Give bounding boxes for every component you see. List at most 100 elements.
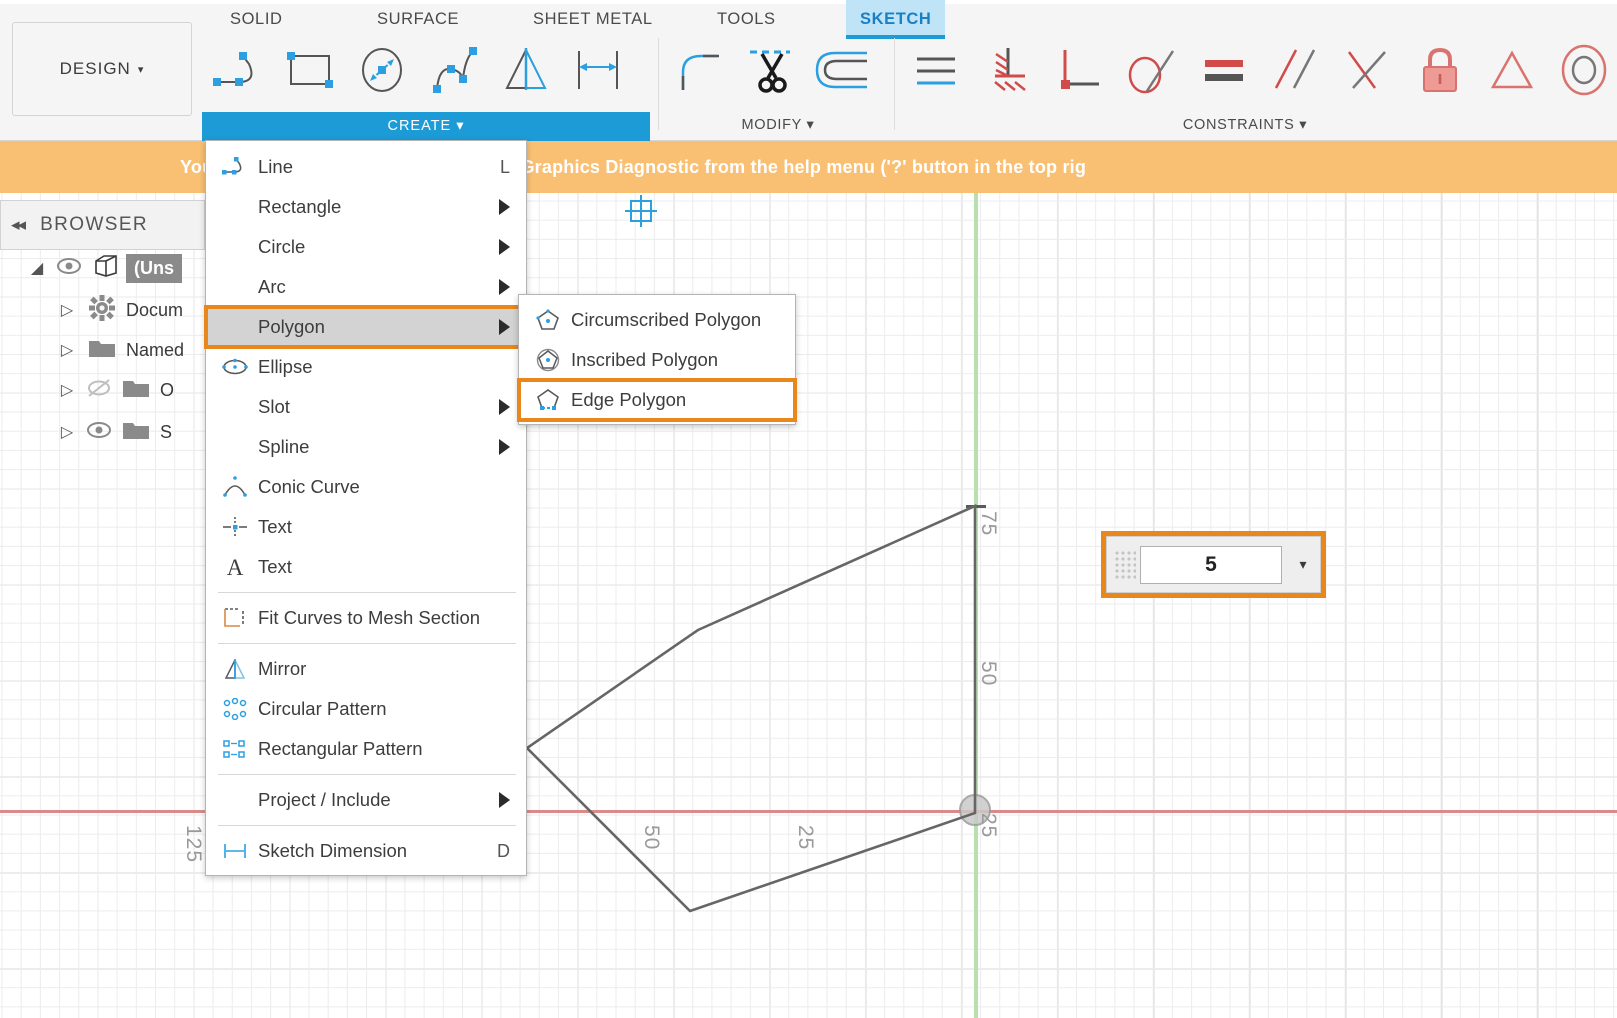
perpendicular-constraint-icon[interactable] <box>1044 34 1116 106</box>
expand-arrow-icon[interactable]: ◢ <box>22 258 52 278</box>
menu-item-ellipse[interactable]: Ellipse <box>206 347 526 387</box>
spline-tool-icon[interactable] <box>418 34 490 106</box>
expand-arrow-icon[interactable]: ▷ <box>52 340 82 360</box>
chevron-down-icon[interactable]: ▾ <box>1286 556 1320 573</box>
menu-item-rectangle[interactable]: Rectangle <box>206 187 526 227</box>
menu-divider <box>218 643 516 644</box>
menu-item-label: Text <box>258 556 292 577</box>
design-workspace-button[interactable]: DESIGN ▾ <box>12 22 192 116</box>
browser-row-label: Named <box>126 339 185 360</box>
menu-item-circular-pattern[interactable]: Circular Pattern <box>206 689 526 729</box>
sketch-dimension-icon <box>218 841 252 861</box>
tab-solid[interactable]: SOLID <box>216 6 297 35</box>
menu-item-mirror[interactable]: Mirror <box>206 649 526 689</box>
menu-item-label: Circular Pattern <box>258 698 387 719</box>
visibility-eye-icon[interactable] <box>82 421 116 444</box>
circle-tool-icon[interactable] <box>346 34 418 106</box>
menu-item-label: Circle <box>258 236 306 257</box>
line-tool-icon[interactable] <box>202 34 274 106</box>
browser-row-named-views[interactable]: ▷ Named <box>52 330 222 370</box>
panel-label-modify[interactable]: MODIFY ▾ <box>664 117 892 133</box>
menu-item-sketch-dimension[interactable]: Sketch Dimension D <box>206 831 526 871</box>
polygon-sides-control[interactable]: 5 ▾ <box>1106 536 1321 593</box>
panel-divider <box>658 38 659 130</box>
origin-plane-marker <box>625 195 657 227</box>
menu-item-arc[interactable]: Arc <box>206 267 526 307</box>
menu-item-label: Polygon <box>258 316 325 337</box>
menu-item-circle[interactable]: Circle <box>206 227 526 267</box>
submenu-arrow-icon <box>499 239 510 255</box>
menu-item-line[interactable]: Line L <box>206 147 526 187</box>
offset-tool-icon[interactable] <box>808 34 880 106</box>
menu-item-label: Mirror <box>258 658 307 679</box>
chevron-down-icon: ▾ <box>1299 117 1308 133</box>
menu-item-label: Conic Curve <box>258 476 360 497</box>
tab-tools[interactable]: TOOLS <box>703 6 790 35</box>
browser-row-document-root[interactable]: ◢ (Uns <box>22 248 212 288</box>
x-axis-label-25: 25 <box>794 825 817 851</box>
visibility-hidden-eye-icon[interactable] <box>82 378 116 403</box>
menu-item-point[interactable]: Text <box>206 507 526 547</box>
mirror-tool-icon[interactable] <box>490 34 562 106</box>
browser-row-document-settings[interactable]: ▷ Docum <box>52 290 222 330</box>
tangent-constraint-icon[interactable] <box>1116 34 1188 106</box>
chevron-down-icon: ▾ <box>806 117 815 133</box>
menu-item-conic-curve[interactable]: Conic Curve <box>206 467 526 507</box>
menu-item-text[interactable]: A Text <box>206 547 526 587</box>
ribbon-tab-bar: SOLID SURFACE SHEET METAL TOOLS SKETCH <box>0 0 1617 39</box>
menu-item-label: Circumscribed Polygon <box>571 309 762 330</box>
browser-row-label: Docum <box>126 299 184 320</box>
create-dropdown-menu[interactable]: Line L Rectangle Circle Arc Polygon Elli… <box>204 140 528 876</box>
menu-item-inscribed-polygon[interactable]: Inscribed Polygon <box>519 340 795 380</box>
visibility-eye-icon[interactable] <box>52 257 86 280</box>
tab-surface[interactable]: SURFACE <box>363 6 473 35</box>
menu-item-slot[interactable]: Slot <box>206 387 526 427</box>
coincident-constraint-icon[interactable] <box>972 34 1044 106</box>
menu-item-spline[interactable]: Spline <box>206 427 526 467</box>
sketch-dimension-tool-icon[interactable] <box>562 34 634 106</box>
x-axis-label-125: 125 <box>182 825 205 864</box>
expand-arrow-icon[interactable]: ▷ <box>52 380 82 400</box>
polygon-sides-input[interactable]: 5 <box>1140 545 1282 584</box>
menu-item-fit-curves-to-mesh-section[interactable]: Fit Curves to Mesh Section <box>206 598 526 638</box>
menu-item-edge-polygon[interactable]: Edge Polygon <box>517 378 797 422</box>
expand-arrow-icon[interactable]: ▷ <box>52 422 82 442</box>
polygon-submenu[interactable]: Circumscribed Polygon Inscribed Polygon … <box>517 294 797 425</box>
browser-row-sketches[interactable]: ▷ S <box>52 412 222 452</box>
parallel-constraint-icon[interactable] <box>1260 34 1332 106</box>
menu-item-rectangular-pattern[interactable]: Rectangular Pattern <box>206 729 526 769</box>
polygon-sides-highlight-box: 5 ▾ <box>1101 531 1326 598</box>
trim-scissors-icon[interactable] <box>736 34 808 106</box>
fix-lock-constraint-icon[interactable] <box>1404 34 1476 106</box>
panel-label-constraints[interactable]: CONSTRAINTS ▾ <box>900 117 1590 133</box>
tab-sheet-metal[interactable]: SHEET METAL <box>519 6 667 35</box>
menu-item-label: Rectangular Pattern <box>258 738 423 759</box>
equal-constraint-icon[interactable] <box>1188 34 1260 106</box>
menu-item-polygon[interactable]: Polygon <box>204 305 528 349</box>
menu-divider <box>218 592 516 593</box>
rectangle-tool-icon[interactable] <box>274 34 346 106</box>
horizontal-vertical-constraint-icon[interactable] <box>900 34 972 106</box>
submenu-arrow-icon <box>499 792 510 808</box>
midpoint-constraint-icon[interactable] <box>1476 34 1548 106</box>
drag-grip-icon[interactable] <box>1114 549 1136 580</box>
expand-arrow-icon[interactable]: ▷ <box>52 300 82 320</box>
circumscribed-polygon-icon <box>531 308 565 332</box>
panel-constraints: CONSTRAINTS ▾ <box>900 34 1607 141</box>
menu-item-circumscribed-polygon[interactable]: Circumscribed Polygon <box>519 300 795 340</box>
menu-divider <box>218 825 516 826</box>
panel-label-create[interactable]: CREATE ▾ <box>202 112 650 141</box>
fillet-tool-icon[interactable] <box>664 34 736 106</box>
menu-item-project-include[interactable]: Project / Include <box>206 780 526 820</box>
submenu-arrow-icon <box>499 439 510 455</box>
x-axis-label-50: 50 <box>640 825 663 851</box>
symmetry-constraint-icon[interactable] <box>1332 34 1404 106</box>
menu-item-label: Ellipse <box>258 356 313 377</box>
browser-row-origin[interactable]: ▷ O <box>52 370 222 410</box>
constraints-tool-icons <box>900 34 1617 106</box>
collapse-panel-icon[interactable]: ◂◂ <box>11 215 26 235</box>
point-icon <box>218 516 252 538</box>
menu-item-label: Spline <box>258 436 310 457</box>
concentric-constraint-icon[interactable] <box>1548 34 1617 106</box>
browser-panel-header: ◂◂ BROWSER <box>0 200 205 250</box>
